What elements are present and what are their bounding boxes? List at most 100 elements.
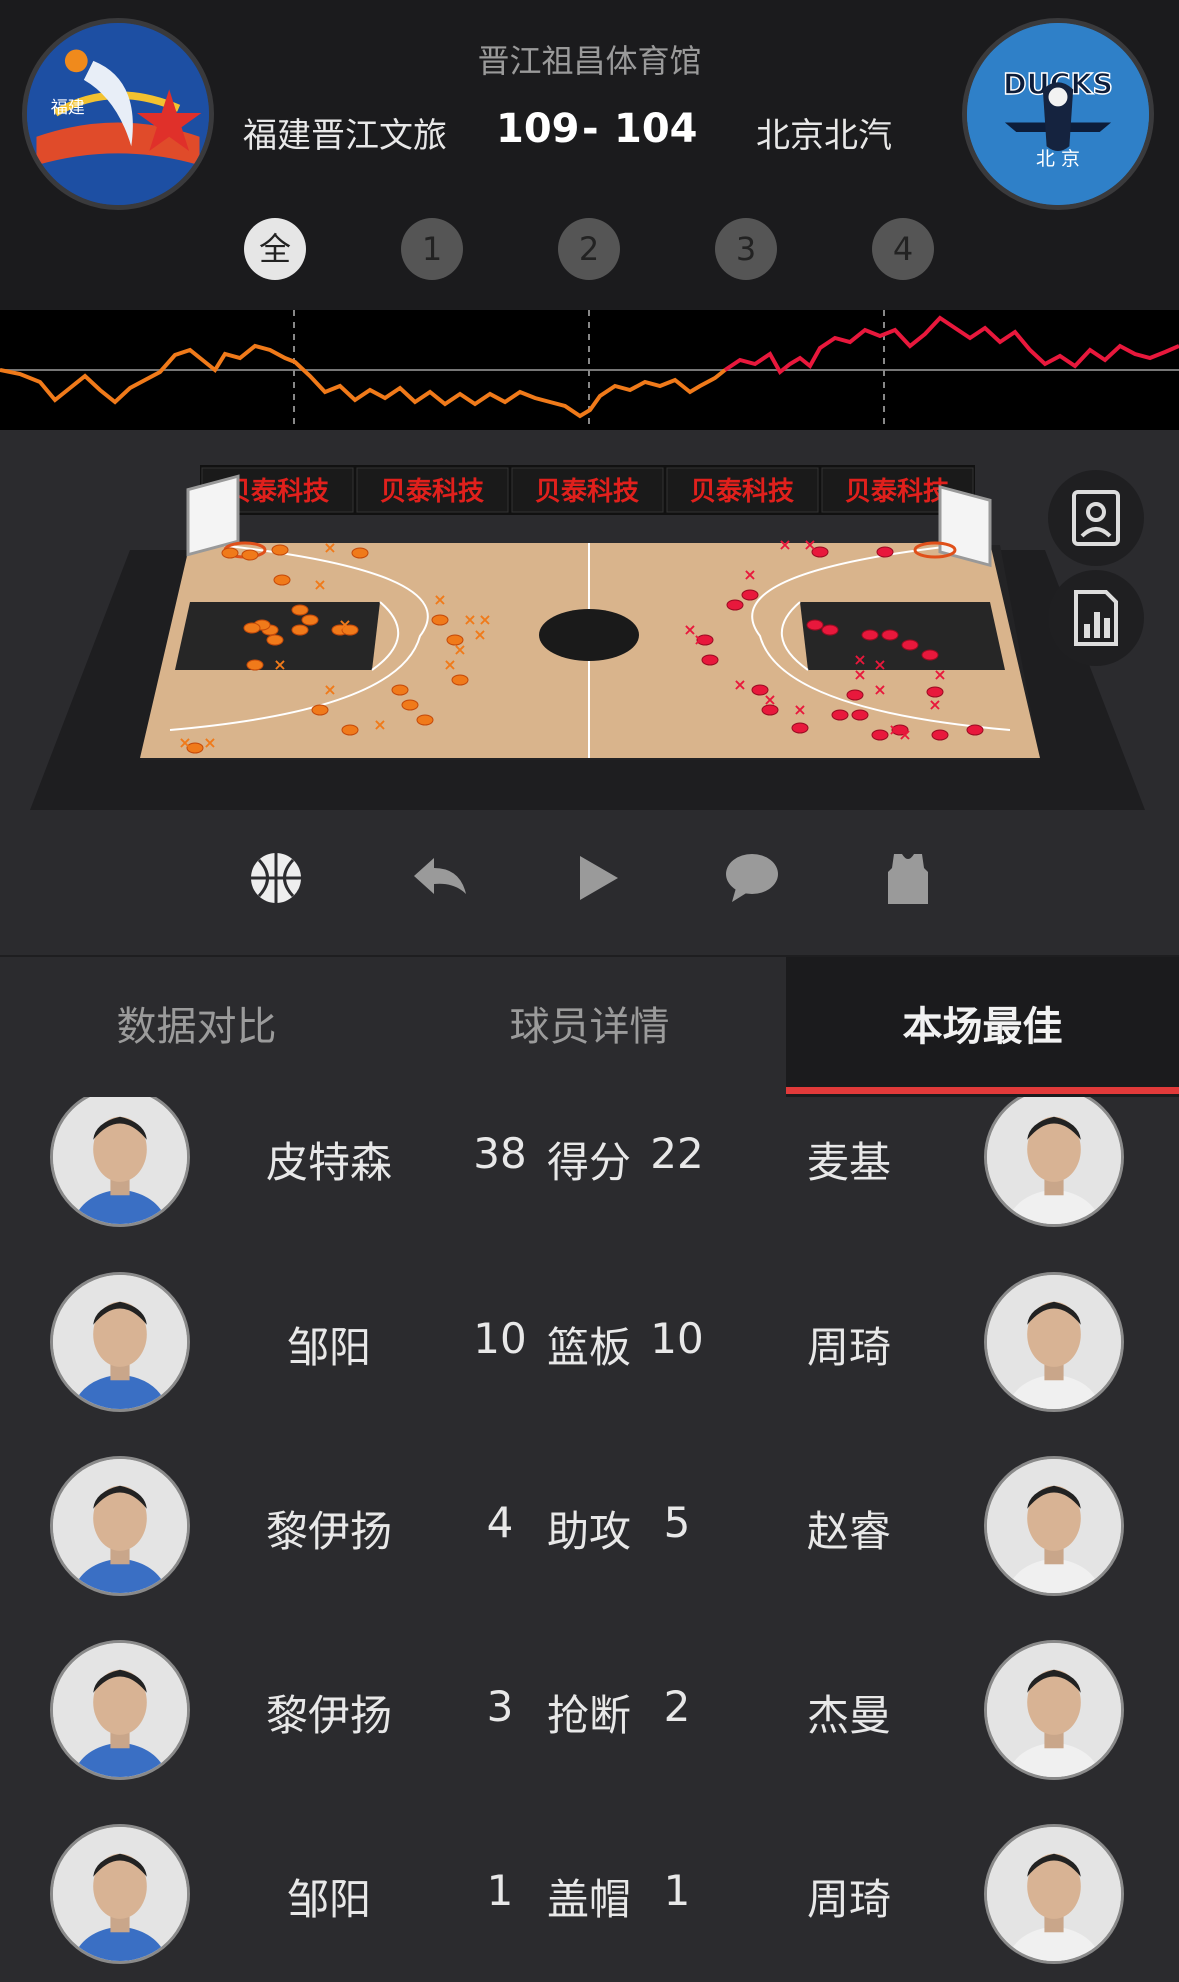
period-tab-1[interactable]: 1 <box>401 218 463 280</box>
player-headshot-icon <box>53 1097 187 1224</box>
home-team-name: 福建晋江文旅 <box>243 116 447 156</box>
chat-icon[interactable] <box>722 848 782 908</box>
away-shot-missed: × <box>778 535 791 554</box>
right-paint <box>800 602 1005 670</box>
away-player-avatar[interactable] <box>984 1824 1124 1964</box>
home-shot-missed: × <box>313 575 326 594</box>
away-shot-made <box>831 709 849 721</box>
sponsor-board-text: 贝泰科技 <box>690 477 794 507</box>
best-player-row[interactable]: 邹阳 10 篮板 10 周琦 <box>0 1272 1179 1456</box>
svg-text:福建: 福建 <box>51 98 85 118</box>
away-shot-missed: × <box>873 680 886 699</box>
away-player-avatar[interactable] <box>984 1456 1124 1596</box>
best-players-list: 皮特森 38 得分 22 麦基 邹阳 10 篮板 10 周琦 黎伊扬 4 助攻 5 赵睿 黎伊扬 3 抢断 2 杰曼邹… <box>0 1097 1179 1982</box>
away-shot-missed: × <box>853 650 866 669</box>
home-shot-missed: × <box>273 655 286 674</box>
home-shot-missed: × <box>373 715 386 734</box>
home-player-avatar[interactable] <box>50 1824 190 1964</box>
home-shot-made <box>341 724 359 736</box>
away-shot-made <box>861 629 879 641</box>
stat-category: 抢断 <box>546 1691 631 1740</box>
period-label: 2 <box>578 230 600 268</box>
away-shot-made <box>806 619 824 631</box>
player-headshot-icon <box>987 1275 1121 1409</box>
period-tab-3[interactable]: 3 <box>715 218 777 280</box>
home-shot-made <box>291 604 309 616</box>
away-player-avatar[interactable] <box>984 1640 1124 1780</box>
period-tab-all[interactable]: 全 <box>244 218 306 280</box>
stats-chart-icon <box>1074 590 1118 646</box>
home-player-name: 邹阳 <box>286 1875 371 1924</box>
away-player-avatar[interactable] <box>984 1097 1124 1227</box>
home-shot-made <box>401 699 419 711</box>
home-shot-missed: × <box>478 610 491 629</box>
away-player-name: 周琦 <box>806 1875 891 1924</box>
player-card-button[interactable] <box>1048 470 1144 566</box>
away-shot-made <box>851 709 869 721</box>
period-label: 全 <box>258 230 291 268</box>
away-team-name: 北京北汽 <box>756 116 892 156</box>
home-player-avatar[interactable] <box>50 1272 190 1412</box>
away-player-name: 周琦 <box>806 1323 891 1372</box>
home-player-avatar[interactable] <box>50 1456 190 1596</box>
best-player-row[interactable]: 邹阳 1 盖帽 1 周琦 <box>0 1824 1179 1982</box>
away-shot-made <box>876 546 894 558</box>
tab-stats-compare[interactable]: 数据对比 <box>0 957 393 1097</box>
basketball-icon[interactable] <box>246 848 306 908</box>
home-shot-made <box>311 704 329 716</box>
tab-best-players[interactable]: 本场最佳 <box>786 957 1179 1097</box>
sponsor-board-text: 贝泰科技 <box>845 477 949 507</box>
undo-icon[interactable] <box>410 848 470 908</box>
away-team-logo[interactable]: DUCKS 北 京 <box>962 18 1154 210</box>
home-player-name: 皮特森 <box>265 1138 392 1187</box>
stats-chart-button[interactable] <box>1048 570 1144 666</box>
active-tab-indicator <box>786 1087 1179 1094</box>
away-shot-made <box>881 629 899 641</box>
period-tab-4[interactable]: 4 <box>872 218 934 280</box>
away-shot-missed: × <box>793 700 806 719</box>
score-separator: - <box>582 106 599 152</box>
away-shot-missed: × <box>933 665 946 684</box>
away-shot-made <box>901 639 919 651</box>
best-player-row[interactable]: 皮特森 38 得分 22 麦基 <box>0 1097 1179 1271</box>
best-player-row[interactable]: 黎伊扬 3 抢断 2 杰曼 <box>0 1640 1179 1824</box>
play-icon[interactable] <box>568 848 628 908</box>
home-shot-made <box>266 634 284 646</box>
trend-line-away <box>723 315 1179 376</box>
away-shot-made <box>791 722 809 734</box>
home-shot-missed: × <box>443 655 456 674</box>
away-shot-made <box>741 589 759 601</box>
period-tab-2[interactable]: 2 <box>558 218 620 280</box>
home-player-avatar[interactable] <box>50 1640 190 1780</box>
tab-player-details[interactable]: 球员详情 <box>393 957 786 1097</box>
away-shot-missed: × <box>733 675 746 694</box>
player-headshot-icon <box>987 1643 1121 1777</box>
away-shot-made <box>921 649 939 661</box>
stat-category: 篮板 <box>546 1323 631 1372</box>
svg-text:北 京: 北 京 <box>1036 148 1080 170</box>
away-shot-missed: × <box>763 690 776 709</box>
sponsor-board-text: 贝泰科技 <box>380 477 484 507</box>
trend-line-home <box>0 343 727 419</box>
home-player-name: 黎伊扬 <box>265 1691 392 1740</box>
away-player-avatar[interactable] <box>984 1272 1124 1412</box>
stat-category: 助攻 <box>546 1507 631 1556</box>
home-shot-made <box>273 574 291 586</box>
jersey-icon[interactable] <box>878 848 938 908</box>
away-shot-missed: × <box>898 725 911 744</box>
player-headshot-icon <box>53 1275 187 1409</box>
home-shot-made <box>416 714 434 726</box>
home-player-name: 黎伊扬 <box>265 1507 392 1556</box>
away-team-logo-icon: DUCKS 北 京 <box>967 23 1149 205</box>
home-shot-made <box>221 547 239 559</box>
period-label: 4 <box>892 230 914 268</box>
sponsor-board-text: 贝泰科技 <box>225 477 329 507</box>
away-shot-made <box>701 654 719 666</box>
home-player-avatar[interactable] <box>50 1097 190 1227</box>
away-shot-made <box>871 729 889 741</box>
player-headshot-icon <box>53 1643 187 1777</box>
best-player-row[interactable]: 黎伊扬 4 助攻 5 赵睿 <box>0 1456 1179 1640</box>
home-shot-made <box>451 674 469 686</box>
sponsor-boards: 贝泰科技 贝泰科技 贝泰科技 贝泰科技 贝泰科技 <box>200 465 975 515</box>
home-shot-made <box>301 614 319 626</box>
